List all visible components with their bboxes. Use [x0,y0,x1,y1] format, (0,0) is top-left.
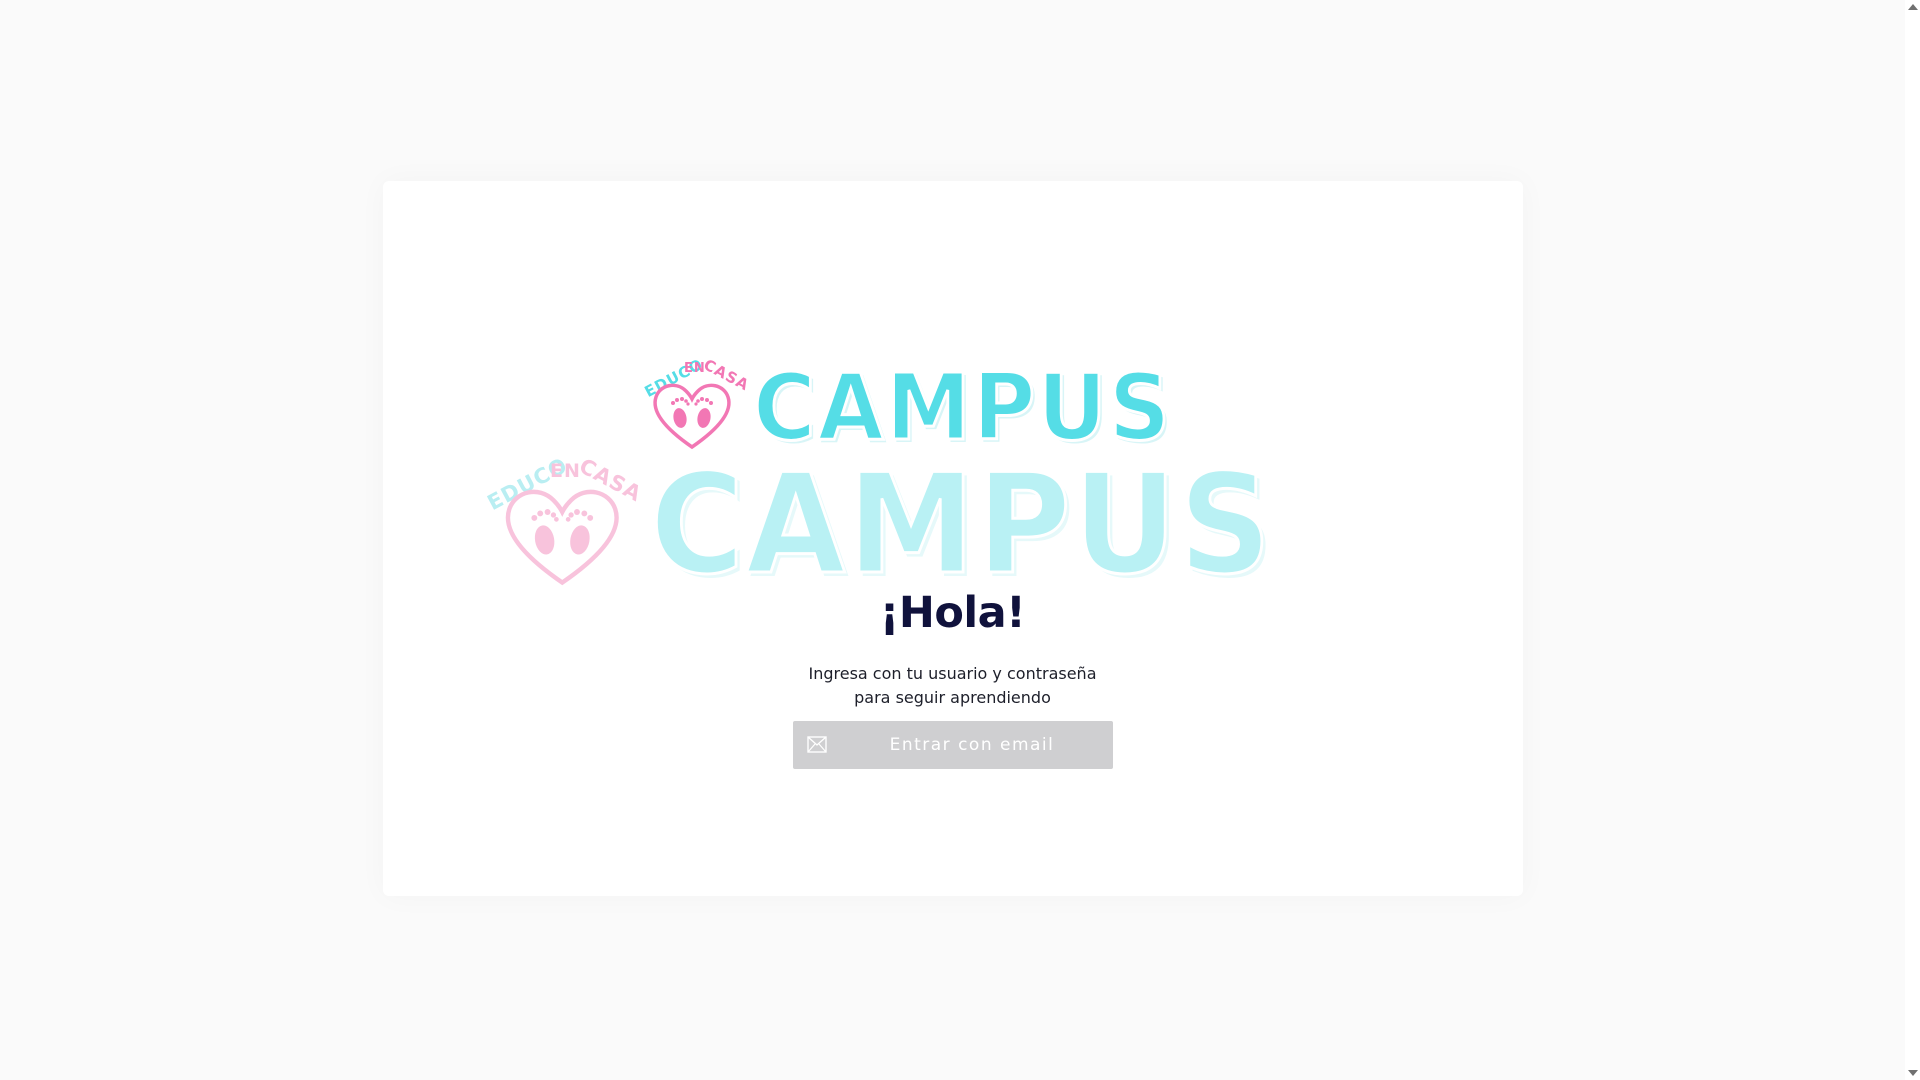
vertical-scrollbar[interactable] [1905,0,1920,1080]
logo-campus-faded-word: CAMPUS [649,443,1274,605]
heart-feet-faded-icon: EDUCO EN CASA [482,453,646,587]
scroll-down-icon[interactable] [1908,1070,1918,1076]
email-login-button-label: Entrar con email [889,735,1055,755]
campus-logo: EDUCO EN CASA CAMPUS [640,355,1204,454]
login-subtitle: Ingresa con tu usuario y contraseña para… [808,664,1097,707]
logo-campus-word: CAMPUS [752,353,1173,461]
mail-icon [807,736,827,753]
page: EDUCO EN CASA CAMPUS EDUCO EN CASA CAMPU… [0,0,1920,1080]
campus-logo-faded: EDUCO EN CASA CAMPUS [482,453,1320,595]
scroll-up-icon[interactable] [1908,4,1918,10]
greeting-heading: ¡Hola! [879,588,1026,638]
heart-feet-icon: EDUCO EN CASA [640,355,752,450]
email-login-button[interactable]: Entrar con email [793,721,1113,769]
